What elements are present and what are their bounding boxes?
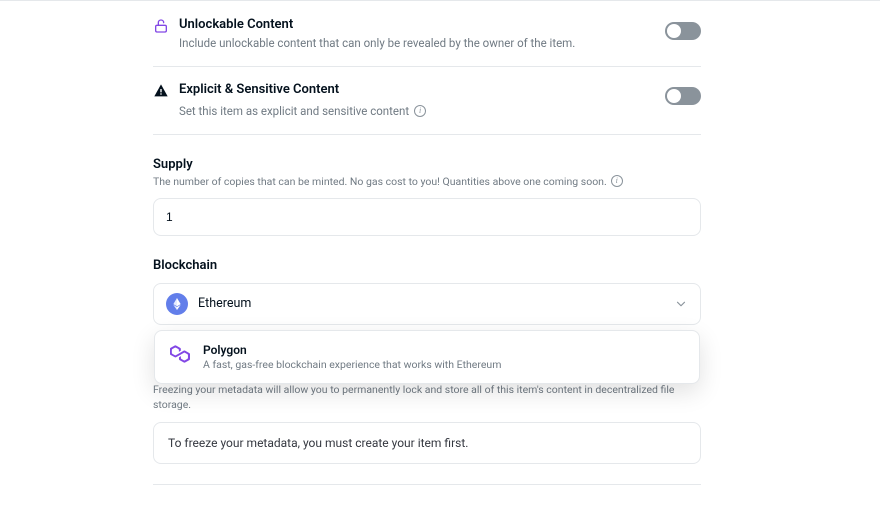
option-desc: A fast, gas-free blockchain experience t…: [203, 358, 501, 371]
supply-input[interactable]: [153, 198, 701, 236]
blockchain-selected: Ethereum: [198, 296, 664, 311]
unlockable-content-row: Unlockable Content Include unlockable co…: [153, 10, 701, 67]
info-icon[interactable]: i: [611, 175, 623, 187]
unlockable-toggle[interactable]: [665, 22, 701, 40]
chevron-down-icon: [674, 297, 688, 311]
explicit-desc: Set this item as explicit and sensitive …: [179, 103, 409, 120]
blockchain-label: Blockchain: [153, 258, 701, 273]
freeze-metadata-box: To freeze your metadata, you must create…: [153, 422, 701, 464]
unlockable-title: Unlockable Content: [179, 16, 657, 34]
warning-icon: [153, 81, 179, 99]
explicit-content-row: Explicit & Sensitive Content Set this it…: [153, 67, 701, 134]
polygon-icon: [169, 343, 191, 365]
blockchain-dropdown: Polygon A fast, gas-free blockchain expe…: [154, 330, 700, 384]
supply-help: The number of copies that can be minted.…: [153, 175, 607, 188]
blockchain-select[interactable]: Ethereum Polygon A fast, gas-free blockc…: [153, 283, 701, 325]
supply-label: Supply: [153, 157, 701, 172]
freeze-help: Freezing your metadata will allow you to…: [153, 383, 701, 412]
unlockable-desc: Include unlockable content that can only…: [179, 35, 657, 52]
option-name: Polygon: [203, 343, 501, 357]
info-icon[interactable]: i: [414, 105, 426, 117]
explicit-toggle[interactable]: [665, 87, 701, 105]
divider: [153, 484, 701, 485]
ethereum-icon: [166, 293, 188, 315]
explicit-title: Explicit & Sensitive Content: [179, 81, 657, 99]
blockchain-option-polygon[interactable]: Polygon A fast, gas-free blockchain expe…: [155, 339, 699, 375]
lock-icon: [153, 16, 179, 34]
